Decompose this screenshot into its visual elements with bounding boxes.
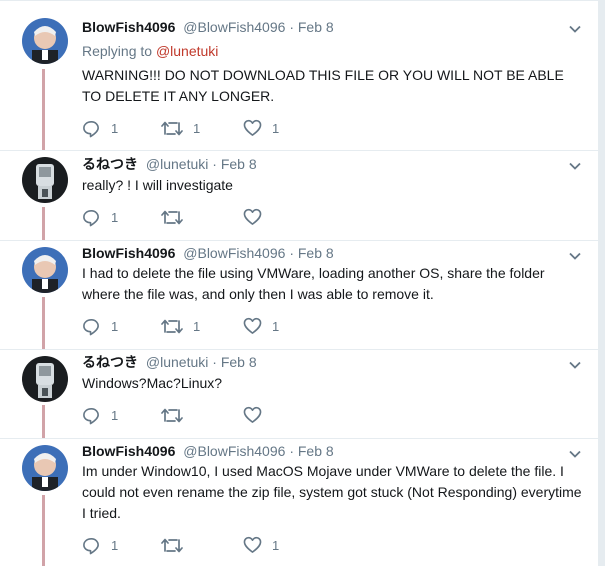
- tweet-actions: 1: [82, 207, 482, 227]
- tweet[interactable]: BlowFish4096 @BlowFish4096 · Feb 8 Im un…: [0, 438, 598, 566]
- tweet-date[interactable]: Feb 8: [298, 245, 334, 261]
- tweet-text: WARNING!!! DO NOT DOWNLOAD THIS FILE OR …: [82, 67, 564, 104]
- reply-icon: [83, 318, 99, 335]
- retweet-count: 1: [193, 120, 201, 136]
- user-handle[interactable]: @BlowFish4096: [183, 245, 285, 261]
- tweet-date[interactable]: Feb 8: [221, 156, 257, 172]
- tweet[interactable]: BlowFish4096 @BlowFish4096 · Feb 8 I had…: [0, 240, 598, 350]
- display-name[interactable]: BlowFish4096: [82, 19, 175, 35]
- mention-link[interactable]: @lunetuki: [156, 43, 218, 59]
- display-name[interactable]: BlowFish4096: [82, 245, 175, 261]
- chevron-down-icon[interactable]: [566, 157, 584, 175]
- separator-dot: ·: [212, 156, 217, 172]
- tweet-header: BlowFish4096 @BlowFish4096 · Feb 8: [82, 243, 334, 263]
- reply-icon: [83, 120, 99, 137]
- reply-button[interactable]: 1: [82, 207, 118, 227]
- retweet-icon: [161, 408, 183, 422]
- replying-to-label: Replying to: [82, 43, 156, 59]
- avatar[interactable]: [22, 157, 68, 203]
- chevron-down-icon[interactable]: [566, 20, 584, 38]
- avatar[interactable]: [22, 18, 68, 64]
- reply-button[interactable]: 1: [82, 316, 118, 336]
- chevron-down-icon[interactable]: [566, 356, 584, 374]
- tweet-header: BlowFish4096 @BlowFish4096 · Feb 8: [82, 17, 334, 37]
- like-count: 1: [272, 537, 280, 553]
- tweet-header: るねつき @lunetuki · Feb 8: [82, 352, 257, 372]
- tweet-text: really? ! I will investigate: [82, 177, 233, 193]
- reply-count: 1: [111, 537, 119, 553]
- separator-dot: ·: [289, 443, 294, 459]
- like-icon: [243, 406, 262, 423]
- like-count: 1: [272, 120, 280, 136]
- reply-count: 1: [111, 120, 119, 136]
- like-count: 1: [272, 318, 280, 334]
- conversation-thread: BlowFish4096 @BlowFish4096 · Feb 8 Reply…: [0, 0, 598, 566]
- separator-dot: ·: [289, 19, 294, 35]
- reply-icon: [83, 537, 99, 554]
- tweet-date[interactable]: Feb 8: [298, 443, 334, 459]
- retweet-button[interactable]: 1: [161, 118, 200, 138]
- tweet-header: るねつき @lunetuki · Feb 8: [82, 154, 257, 174]
- tweet-text: Windows?Mac?Linux?: [82, 375, 223, 391]
- reply-count: 1: [111, 407, 119, 423]
- avatar[interactable]: [22, 445, 68, 491]
- display-name[interactable]: BlowFish4096: [82, 443, 175, 459]
- retweet-button[interactable]: [161, 535, 193, 555]
- like-button[interactable]: [243, 405, 272, 425]
- like-button[interactable]: [243, 207, 272, 227]
- tweet[interactable]: BlowFish4096 @BlowFish4096 · Feb 8 Reply…: [0, 1, 598, 151]
- reply-icon: [83, 209, 99, 226]
- tweet-actions: 1 1: [82, 535, 482, 555]
- user-handle[interactable]: @BlowFish4096: [183, 19, 285, 35]
- tweet-header: BlowFish4096 @BlowFish4096 · Feb 8: [82, 441, 334, 461]
- display-name[interactable]: るねつき: [82, 354, 138, 370]
- tweet-actions: 1 1 1: [82, 316, 482, 336]
- user-handle[interactable]: @lunetuki: [146, 354, 208, 370]
- user-handle[interactable]: @BlowFish4096: [183, 443, 285, 459]
- like-icon: [243, 536, 262, 553]
- reply-button[interactable]: 1: [82, 535, 118, 555]
- replying-to: Replying to @lunetuki: [82, 42, 218, 60]
- separator-dot: ·: [289, 245, 294, 261]
- tweet[interactable]: るねつき @lunetuki · Feb 8 Windows?Mac?Linux…: [0, 349, 598, 439]
- tweet[interactable]: るねつき @lunetuki · Feb 8 really? ! I will …: [0, 150, 598, 241]
- tweet-date[interactable]: Feb 8: [221, 354, 257, 370]
- retweet-icon: [161, 210, 183, 224]
- display-name[interactable]: るねつき: [82, 156, 138, 172]
- tweet-text: Im under Window10, I used MacOS Mojave u…: [82, 463, 582, 521]
- like-icon: [243, 317, 262, 334]
- retweet-icon: [161, 319, 183, 333]
- retweet-icon: [161, 538, 183, 552]
- retweet-button[interactable]: [161, 405, 193, 425]
- reply-button[interactable]: 1: [82, 405, 118, 425]
- reply-count: 1: [111, 209, 119, 225]
- like-button[interactable]: 1: [243, 118, 279, 138]
- retweet-icon: [161, 121, 183, 135]
- like-button[interactable]: 1: [243, 316, 279, 336]
- tweet-actions: 1: [82, 405, 482, 425]
- user-handle[interactable]: @lunetuki: [146, 156, 208, 172]
- separator-dot: ·: [212, 354, 217, 370]
- reply-count: 1: [111, 318, 119, 334]
- tweet-date[interactable]: Feb 8: [298, 19, 334, 35]
- retweet-button[interactable]: [161, 207, 193, 227]
- retweet-button[interactable]: 1: [161, 316, 200, 336]
- like-icon: [243, 119, 262, 136]
- retweet-count: 1: [193, 318, 201, 334]
- avatar[interactable]: [22, 247, 68, 293]
- like-button[interactable]: 1: [243, 535, 279, 555]
- reply-button[interactable]: 1: [82, 118, 118, 138]
- avatar[interactable]: [22, 356, 68, 402]
- reply-icon: [83, 407, 99, 424]
- like-icon: [243, 208, 262, 225]
- tweet-text: I had to delete the file using VMWare, l…: [82, 265, 545, 302]
- tweet-actions: 1 1 1: [82, 118, 482, 138]
